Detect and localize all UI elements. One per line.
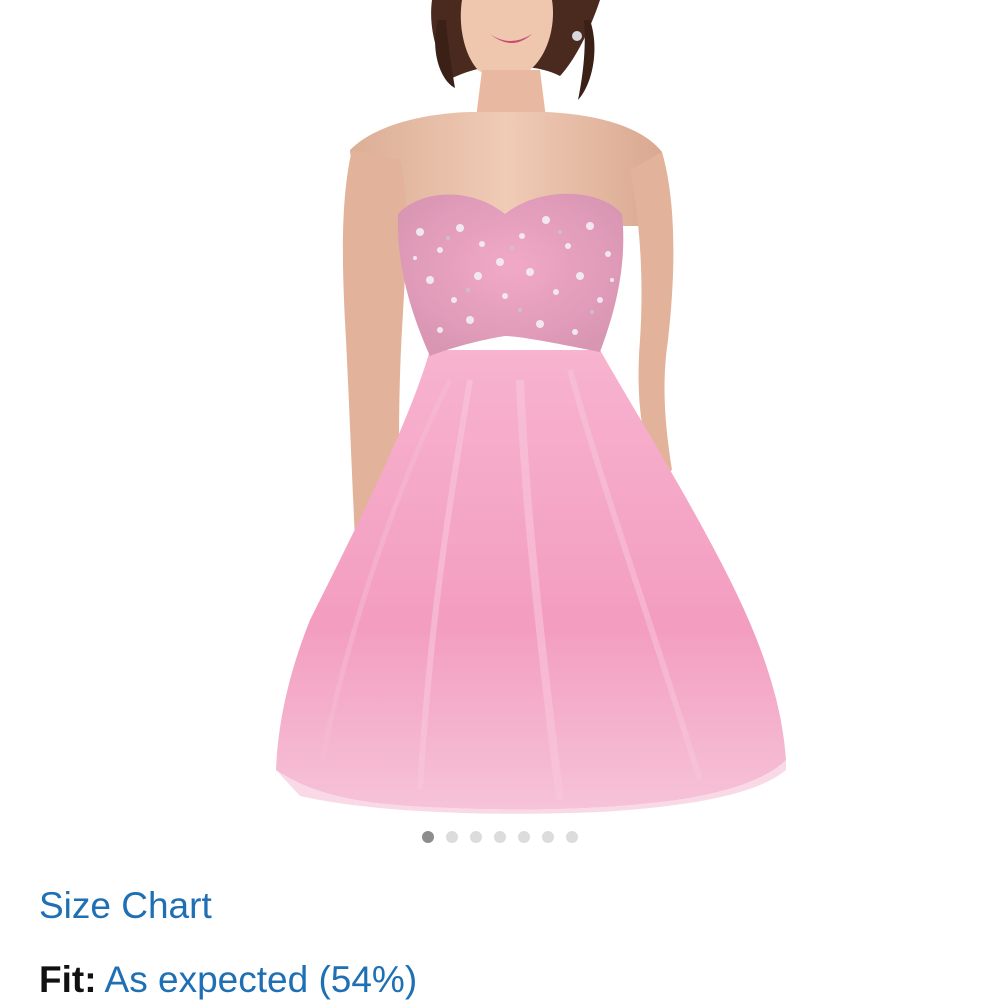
carousel-dot[interactable] [422, 831, 434, 843]
fit-rating: Fit: As expected (54%) [39, 958, 417, 1000]
carousel-dot[interactable] [518, 831, 530, 843]
product-image[interactable] [0, 0, 1000, 820]
fit-label: Fit: [39, 959, 97, 1000]
carousel-dot[interactable] [566, 831, 578, 843]
carousel-dot[interactable] [542, 831, 554, 843]
size-chart-link[interactable]: Size Chart [39, 884, 212, 928]
dress-bodice [397, 193, 624, 356]
carousel-dot[interactable] [470, 831, 482, 843]
carousel-dot[interactable] [494, 831, 506, 843]
product-page: Size Chart Fit: As expected (54%) [0, 0, 1000, 1000]
image-carousel-indicator[interactable] [0, 829, 1000, 845]
carousel-dot[interactable] [446, 831, 458, 843]
fit-value-link[interactable]: As expected (54%) [105, 959, 418, 1000]
